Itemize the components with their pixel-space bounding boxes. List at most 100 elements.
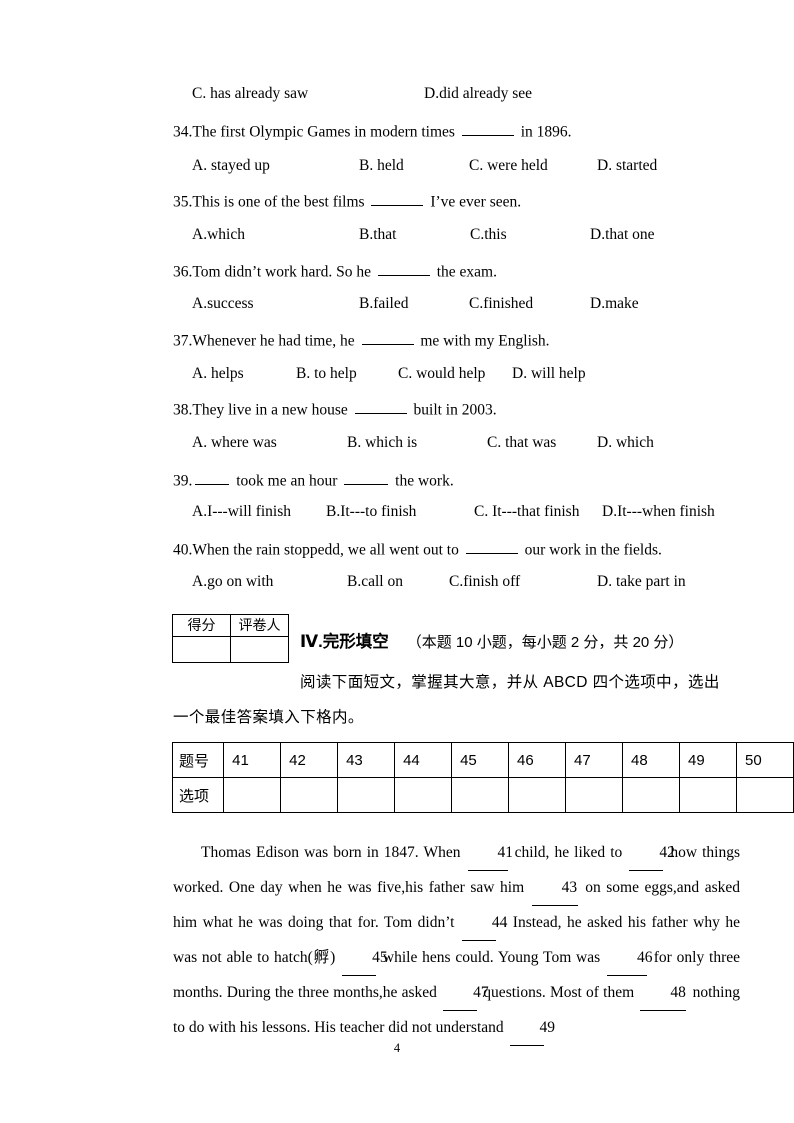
option-choice[interactable]: C. It---that finish xyxy=(474,504,579,520)
question-stem: 40.When the rain stoppedd, we all went o… xyxy=(173,539,662,558)
question-text: Whenever he had time, he xyxy=(192,332,359,350)
grid-answer-cell[interactable] xyxy=(451,777,510,813)
option-choice[interactable]: D. will help xyxy=(512,366,586,382)
score-label: 得分 xyxy=(172,614,231,637)
section-heading: Ⅳ.完形填空 （本题 10 小题，每小题 2 分，共 20 分） xyxy=(300,628,683,652)
section-instruction-line-1: 阅读下面短文，掌握其大意，并从 ABCD 四个选项中，选出 xyxy=(300,674,720,691)
passage-blank[interactable]: 45 xyxy=(342,941,388,976)
option-choice[interactable]: B. held xyxy=(359,158,404,174)
passage-blank[interactable]: 42 xyxy=(629,836,675,871)
option-choice[interactable]: B.that xyxy=(359,227,396,243)
section-title: Ⅳ.完形填空 xyxy=(300,633,389,651)
grid-answer-cell[interactable] xyxy=(735,777,794,813)
marker-label: 评卷人 xyxy=(230,614,289,637)
grid-question-number: 42 xyxy=(280,742,339,778)
option-choice[interactable]: B.failed xyxy=(359,296,409,312)
grid-question-number: 44 xyxy=(394,742,453,778)
grid-answer-cell[interactable] xyxy=(337,777,396,813)
passage-blank[interactable]: 44 xyxy=(461,906,507,941)
option-choice[interactable]: A.success xyxy=(192,296,254,312)
option-choice[interactable]: D.make xyxy=(590,296,639,312)
section-points: （本题 10 小题，每小题 2 分，共 20 分） xyxy=(406,634,684,651)
cloze-passage: Thomas Edison was born in 1847. When 41 … xyxy=(173,836,740,1046)
passage-blank[interactable]: 47 xyxy=(443,976,489,1011)
section-instruction-line-2: 一个最佳答案填入下格内。 xyxy=(173,709,364,726)
option-choice[interactable]: C.finished xyxy=(469,296,533,312)
option-choice[interactable]: B. to help xyxy=(296,366,357,382)
option-choice[interactable]: C.this xyxy=(470,227,507,243)
option-choice[interactable]: D.It---when finish xyxy=(602,504,715,520)
option-choice[interactable]: A. stayed up xyxy=(192,158,270,174)
option-choice[interactable]: B.call on xyxy=(347,574,403,590)
question-number: 34. xyxy=(173,123,193,141)
passage-blank[interactable]: 46 xyxy=(606,941,652,976)
passage-text: while hens could. Young Tom was xyxy=(378,949,605,966)
answer-blank[interactable] xyxy=(371,191,424,207)
option-choice[interactable]: A.which xyxy=(192,227,245,243)
answer-grid: 题号 41 42 43 44 45 46 47 48 49 50 选项 xyxy=(171,742,794,813)
grid-row-label-number: 题号 xyxy=(171,742,225,778)
option-choice[interactable]: D. take part in xyxy=(597,574,686,590)
question-stem: 35.This is one of the best films I’ve ev… xyxy=(173,191,521,210)
grid-question-number: 48 xyxy=(622,742,680,778)
grid-answer-cell[interactable] xyxy=(280,777,339,813)
answer-blank[interactable] xyxy=(195,470,230,486)
option-choice[interactable]: A. where was xyxy=(192,435,277,451)
answer-blank[interactable] xyxy=(465,539,518,555)
grid-answer-cell[interactable] xyxy=(565,777,624,813)
option-choice[interactable]: D.did already see xyxy=(424,86,532,102)
question-text: When the rain stoppedd, we all went out … xyxy=(192,541,463,559)
question-number: 39. xyxy=(173,472,193,490)
grid-answer-cell[interactable] xyxy=(394,777,453,813)
question-stem: 34.The first Olympic Games in modern tim… xyxy=(173,121,572,140)
passage-text: child, he liked to xyxy=(509,844,628,861)
grid-answer-cell[interactable] xyxy=(679,777,737,813)
option-choice[interactable]: B. which is xyxy=(347,435,417,451)
score-value-cell[interactable] xyxy=(172,636,231,663)
question-text: I’ve ever seen. xyxy=(426,193,522,211)
question-number: 36. xyxy=(173,263,193,281)
option-choice[interactable]: C. would help xyxy=(398,366,485,382)
option-choice[interactable]: C. has already saw xyxy=(192,86,308,102)
passage-text: Thomas Edison was born in 1847. When xyxy=(201,844,466,861)
option-choice[interactable]: C.finish off xyxy=(449,574,520,590)
table-row: 题号 41 42 43 44 45 46 47 48 49 50 xyxy=(171,742,794,778)
answer-blank[interactable] xyxy=(461,121,514,137)
question-number: 40. xyxy=(173,541,193,559)
passage-blank[interactable]: 43 xyxy=(531,871,578,906)
question-text: This is one of the best films xyxy=(192,193,369,211)
grid-row-label-answer: 选项 xyxy=(171,777,225,813)
question-text: Tom didn’t work hard. So he xyxy=(192,263,375,281)
score-box: 得分 评卷人 xyxy=(172,614,289,663)
passage-blank[interactable]: 48 xyxy=(640,976,687,1011)
exam-paper-page: C. has already saw D.did already see 34.Th… xyxy=(0,0,794,1123)
option-choice[interactable]: A.I---will finish xyxy=(192,504,291,520)
grid-question-number: 50 xyxy=(735,742,794,778)
question-text: They live in a new house xyxy=(192,401,352,419)
option-choice[interactable]: B.It---to finish xyxy=(326,504,416,520)
question-stem: 38.They live in a new house built in 200… xyxy=(173,399,497,418)
question-stem: 36.Tom didn’t work hard. So he the exam. xyxy=(173,261,497,280)
question-text: The first Olympic Games in modern times xyxy=(192,123,459,141)
question-text: the exam. xyxy=(432,263,497,281)
answer-blank[interactable] xyxy=(377,261,430,277)
option-choice[interactable]: A.go on with xyxy=(192,574,273,590)
page-number: 4 xyxy=(393,1041,401,1055)
passage-blank[interactable]: 41 xyxy=(467,836,513,871)
grid-answer-cell[interactable] xyxy=(508,777,567,813)
grid-answer-cell[interactable] xyxy=(622,777,680,813)
grid-answer-cell[interactable] xyxy=(223,777,282,813)
question-text: me with my English. xyxy=(416,332,550,350)
option-choice[interactable]: D.that one xyxy=(590,227,655,243)
option-choice[interactable]: D. started xyxy=(597,158,657,174)
option-choice[interactable]: C. were held xyxy=(469,158,548,174)
marker-value-cell[interactable] xyxy=(230,636,289,663)
answer-blank[interactable] xyxy=(354,399,407,415)
question-text: took me an hour xyxy=(232,472,342,490)
table-row: 选项 xyxy=(171,777,794,813)
answer-blank[interactable] xyxy=(361,330,414,346)
option-choice[interactable]: C. that was xyxy=(487,435,556,451)
answer-blank[interactable] xyxy=(344,470,389,486)
option-choice[interactable]: D. which xyxy=(597,435,654,451)
option-choice[interactable]: A. helps xyxy=(192,366,244,382)
